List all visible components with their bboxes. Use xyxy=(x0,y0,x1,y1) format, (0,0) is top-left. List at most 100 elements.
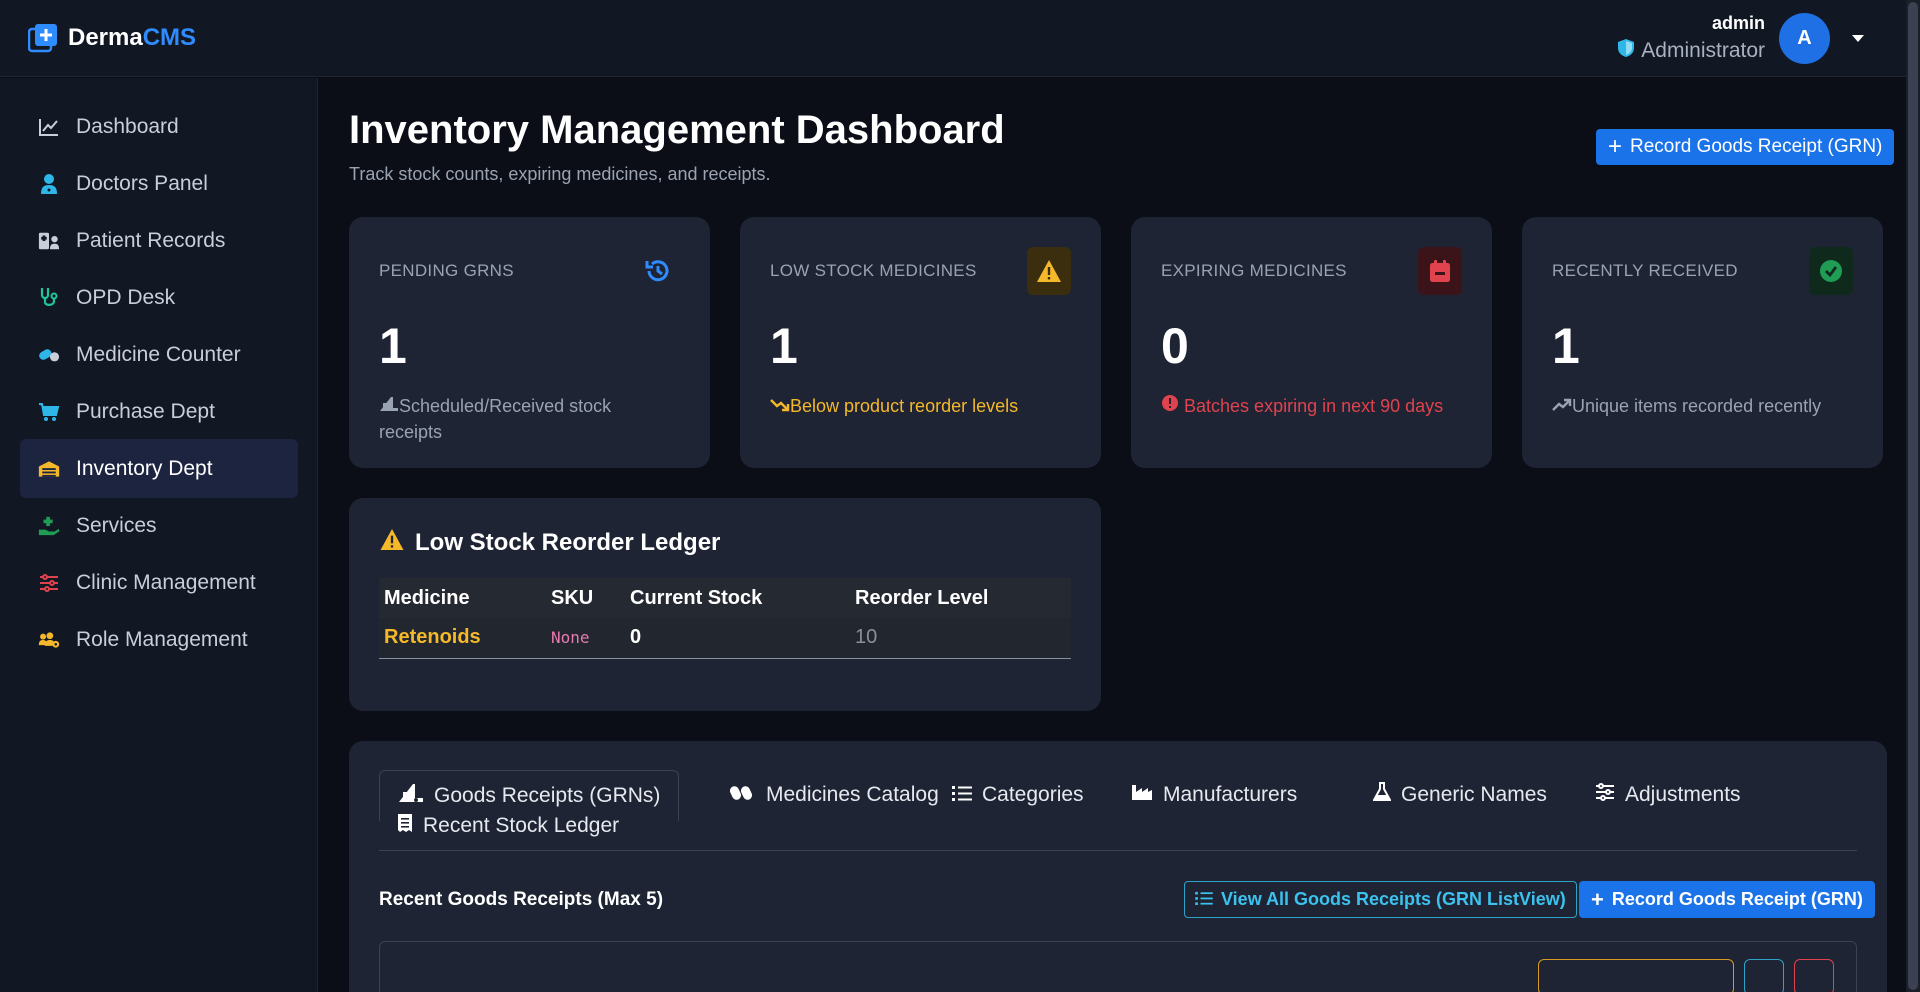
sku-value: None xyxy=(546,618,625,659)
sliders-icon xyxy=(38,572,60,594)
trend-down-icon xyxy=(770,396,790,416)
stat-label: EXPIRING MEDICINES xyxy=(1161,261,1347,280)
scrollbar[interactable] xyxy=(1906,0,1920,992)
ledger-table: Medicine SKU Current Stock Reorder Level… xyxy=(379,578,1071,659)
record-grn-button-secondary[interactable]: + Record Goods Receipt (GRN) xyxy=(1579,881,1875,918)
column-header: Reorder Level xyxy=(850,578,1071,618)
page-subtitle: Track stock counts, expiring medicines, … xyxy=(349,164,771,184)
user-name: admin xyxy=(1711,13,1765,33)
scroll-thumb[interactable] xyxy=(1908,2,1918,990)
sidebar-item-purchase-dept[interactable]: Purchase Dept xyxy=(20,382,298,441)
table-row: Retenoids None 0 10 xyxy=(379,618,1071,659)
sidebar-item-label: Dashboard xyxy=(76,114,179,138)
view-all-grn-button[interactable]: View All Goods Receipts (GRN ListView) xyxy=(1184,881,1577,918)
cart-icon xyxy=(38,401,60,423)
chevron-down-icon[interactable] xyxy=(1852,35,1864,42)
sidebar-item-label: Inventory Dept xyxy=(76,456,213,480)
shield-icon xyxy=(1617,38,1635,64)
sidebar-item-label: OPD Desk xyxy=(76,285,176,309)
sidebar-item-label: Clinic Management xyxy=(76,570,256,594)
sidebar-item-patient-records[interactable]: Patient Records xyxy=(20,211,298,270)
stat-card-pending-grns: PENDING GRNS 1 Scheduled/Received stock … xyxy=(349,217,710,468)
column-header: Current Stock xyxy=(625,578,850,618)
stat-card-recently-received: RECENTLY RECEIVED 1 Unique items recorde… xyxy=(1522,217,1883,468)
calendar-icon xyxy=(1418,247,1462,295)
sidebar-item-label: Services xyxy=(76,513,157,537)
trend-up-icon xyxy=(1552,396,1572,416)
delete-receipt-button[interactable] xyxy=(1794,959,1834,992)
sidebar-item-label: Role Management xyxy=(76,627,248,651)
stat-note: Below product reorder levels xyxy=(770,393,1070,419)
brand-logo[interactable]: DermaCMS xyxy=(27,23,197,53)
stat-value: 1 xyxy=(1552,318,1580,374)
user-doctor-icon xyxy=(38,173,60,195)
sidebar-item-label: Patient Records xyxy=(76,228,226,252)
flask-icon xyxy=(1372,782,1392,808)
sidebar-item-inventory-dept[interactable]: Inventory Dept xyxy=(20,439,298,498)
stat-label: LOW STOCK MEDICINES xyxy=(770,261,977,280)
tab-label: Medicines Catalog xyxy=(766,783,939,806)
stat-value: 1 xyxy=(770,318,798,374)
low-stock-ledger-card: Low Stock Reorder Ledger Medicine SKU Cu… xyxy=(349,498,1101,711)
column-header: SKU xyxy=(546,578,625,618)
page-title: Inventory Management Dashboard xyxy=(349,108,1005,152)
sidebar-item-services[interactable]: Services xyxy=(20,496,298,555)
warehouse-icon xyxy=(38,458,60,480)
recent-receipts-title: Recent Goods Receipts (Max 5) xyxy=(379,889,664,910)
record-grn-button-label: Record Goods Receipt (GRN) xyxy=(1630,136,1883,157)
record-grn-label: Record Goods Receipt (GRN) xyxy=(1611,889,1863,909)
tab-recent-stock-ledger[interactable]: Recent Stock Ledger xyxy=(379,801,637,851)
sidebar-item-doctors-panel[interactable]: Doctors Panel xyxy=(20,154,298,213)
user-menu[interactable]: admin Administrator A xyxy=(1617,0,1864,77)
view-receipt-button[interactable] xyxy=(1744,959,1784,992)
tab-adjustments[interactable]: Adjustments xyxy=(1577,770,1759,820)
view-all-label: View All Goods Receipts (GRN ListView) xyxy=(1221,889,1566,909)
medicine-link[interactable]: Retenoids xyxy=(379,618,546,659)
tab-categories[interactable]: Categories xyxy=(934,770,1102,820)
stat-label: RECENTLY RECEIVED xyxy=(1552,261,1738,280)
sidebar-item-label: Doctors Panel xyxy=(76,171,208,195)
tab-divider xyxy=(379,850,1857,851)
industry-icon xyxy=(1131,783,1153,807)
stat-note: Unique items recorded recently xyxy=(1552,393,1852,419)
tab-generic-names[interactable]: Generic Names xyxy=(1355,770,1565,820)
sidebar-item-dashboard[interactable]: Dashboard xyxy=(20,97,298,156)
users-gear-icon xyxy=(38,629,60,651)
stat-card-low-stock: LOW STOCK MEDICINES 1 Below product reor… xyxy=(740,217,1101,468)
tab-medicines-catalog[interactable]: Medicines Catalog xyxy=(712,770,957,820)
record-grn-button[interactable]: + Record Goods Receipt (GRN) xyxy=(1596,129,1895,165)
user-role: Administrator xyxy=(1617,38,1765,64)
tab-label: Recent Stock Ledger xyxy=(423,814,620,837)
list-icon xyxy=(1195,889,1213,910)
sliders-icon xyxy=(1595,783,1615,807)
ledger-title: Low Stock Reorder Ledger xyxy=(379,528,720,558)
sidebar-item-clinic-management[interactable]: Clinic Management xyxy=(20,553,298,612)
column-header: Medicine xyxy=(379,578,546,618)
list-icon xyxy=(952,783,972,807)
sidebar-item-medicine-counter[interactable]: Medicine Counter xyxy=(20,325,298,384)
history-icon xyxy=(636,247,680,295)
tab-label: Categories xyxy=(982,783,1084,806)
pills-icon xyxy=(38,344,60,366)
avatar[interactable]: A xyxy=(1779,13,1830,64)
stat-value: 1 xyxy=(379,318,407,374)
current-stock-value: 0 xyxy=(625,618,850,659)
sidebar-item-opd-desk[interactable]: OPD Desk xyxy=(20,268,298,327)
alert-circle-icon xyxy=(1161,395,1179,416)
chart-line-icon xyxy=(38,116,60,138)
plus-icon: + xyxy=(1608,133,1623,160)
tab-label: Manufacturers xyxy=(1163,783,1298,806)
tab-manufacturers[interactable]: Manufacturers xyxy=(1113,770,1315,820)
user-meta: admin Administrator xyxy=(1617,13,1765,64)
stat-note: Scheduled/Received stock receipts xyxy=(379,396,612,442)
tabs-card: Goods Receipts (GRNs) Medicines Catalog … xyxy=(349,741,1887,992)
status-badge xyxy=(1538,959,1734,992)
list-item[interactable] xyxy=(379,941,1857,992)
sidebar-item-label: Medicine Counter xyxy=(76,342,241,366)
reorder-level-value: 10 xyxy=(850,618,1071,659)
brand-name: DermaCMS xyxy=(68,24,197,51)
sidebar-item-role-management[interactable]: Role Management xyxy=(20,610,298,669)
warning-icon xyxy=(379,528,405,558)
receipt-icon xyxy=(397,813,413,839)
stat-label: PENDING GRNS xyxy=(379,261,514,280)
